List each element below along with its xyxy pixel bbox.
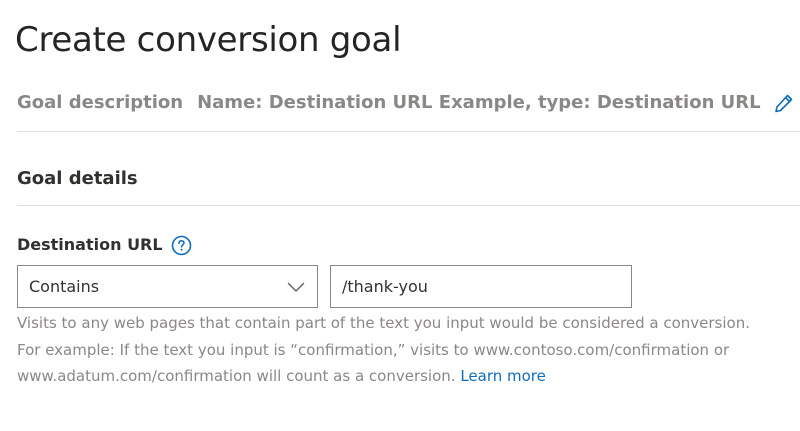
goal-description-value: Name: Destination URL Example, type: Des… xyxy=(197,92,761,113)
goal-description-label: Goal description xyxy=(17,92,184,113)
learn-more-link[interactable]: Learn more xyxy=(460,367,546,385)
destination-url-helper-text: Visits to any web pages that contain par… xyxy=(17,310,777,390)
destination-url-label: Destination URL xyxy=(17,235,163,254)
match-operator-value: Contains xyxy=(29,277,100,296)
destination-url-label-row: Destination URL xyxy=(17,232,192,258)
helper-text-body: Visits to any web pages that contain par… xyxy=(17,314,750,385)
section-divider xyxy=(17,131,800,132)
destination-url-input[interactable] xyxy=(330,265,632,308)
match-operator-dropdown[interactable]: Contains xyxy=(17,265,318,308)
page-title: Create conversion goal xyxy=(15,20,402,60)
create-conversion-goal-page: Create conversion goal Goal description … xyxy=(0,0,800,431)
goal-description-row: Goal description Name: Destination URL E… xyxy=(17,88,795,118)
section-divider xyxy=(17,205,800,206)
pencil-icon[interactable] xyxy=(773,92,795,114)
goal-details-heading: Goal details xyxy=(17,168,138,189)
chevron-down-icon xyxy=(287,281,305,293)
question-circle-icon[interactable] xyxy=(171,235,192,256)
